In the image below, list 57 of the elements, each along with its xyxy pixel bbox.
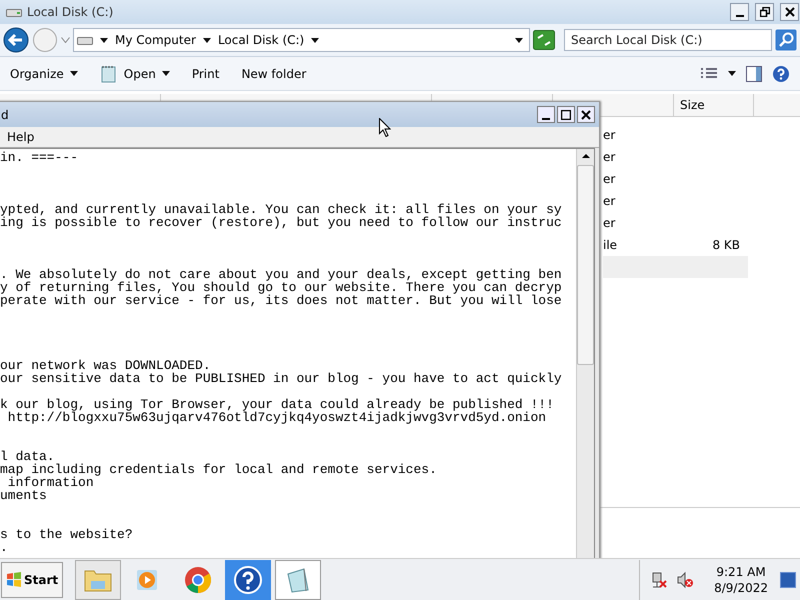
address-bar[interactable]: My Computer Local Disk (C:)	[73, 28, 530, 52]
minimize-icon	[542, 118, 550, 120]
start-button[interactable]: Start	[1, 562, 64, 598]
caret-icon[interactable]	[100, 38, 108, 42]
minimize-button[interactable]	[537, 106, 555, 123]
mouse-pointer-icon	[379, 118, 391, 137]
caret-icon[interactable]	[311, 38, 320, 42]
history-caret-icon[interactable]	[61, 37, 70, 43]
toolbar-button[interactable]: New folder	[237, 64, 310, 84]
window-title: d	[1, 108, 9, 122]
help-icon	[234, 566, 262, 594]
help-icon[interactable]	[772, 64, 790, 82]
minimize-icon	[736, 15, 744, 17]
toolbar-button[interactable]: Open	[96, 62, 174, 86]
restore-button[interactable]	[755, 3, 774, 21]
taskbar-notepad-button[interactable]	[275, 560, 322, 600]
drive-icon	[77, 35, 93, 45]
taskbar-help-button[interactable]	[225, 560, 272, 600]
speaker-muted-icon[interactable]	[676, 571, 694, 589]
flag-icon	[6, 572, 22, 588]
preview-pane-icon[interactable]	[746, 66, 762, 82]
restore-icon	[760, 7, 770, 17]
search-button[interactable]	[775, 29, 797, 51]
network-error-icon[interactable]	[650, 571, 668, 589]
browser-icon	[184, 566, 212, 594]
caret-icon[interactable]	[728, 71, 736, 76]
notepad-icon	[100, 64, 118, 82]
menu-item[interactable]: Help	[7, 130, 34, 144]
close-icon	[581, 110, 591, 120]
file-row[interactable]: er	[603, 212, 748, 234]
column-header[interactable]: Size	[674, 94, 754, 116]
search-field[interactable]: Search Local Disk (C:)	[564, 29, 772, 51]
caret-icon[interactable]	[515, 38, 523, 42]
close-icon	[784, 7, 794, 17]
scrollbar[interactable]	[576, 149, 594, 558]
close-button[interactable]	[577, 106, 595, 123]
file-row[interactable]: er	[603, 146, 748, 168]
caret-icon[interactable]	[202, 38, 211, 42]
file-row[interactable]: ile 8 KB	[603, 234, 748, 256]
file-row[interactable]: er	[603, 190, 748, 212]
views-icon[interactable]	[700, 66, 718, 80]
breadcrumb-item[interactable]: My Computer	[115, 33, 196, 47]
file-row[interactable]: er	[603, 168, 748, 190]
drive-icon	[6, 7, 22, 17]
toolbar-button[interactable]: Organize	[6, 64, 82, 84]
clock[interactable]: 9:21 AM 8/9/2022	[714, 564, 768, 596]
note-text: in. ===--- ypted, and currently unavailable. You can check it: all files on your sy ing is possible to recover (restore), but you need to follow our instruc . We absolutely do not care about you and your deals, except getting ben y of returning files, You should go to our website. There you can decryp perate with our service - for us, its does not matter. But you will lose our network was DOWNLOADED. our sensitive data to be PUBLISHED in our blog - you have to act quickly k our blog, using Tor Browser, your data could already be published !!! http://blogxxu75w63ujqarv476otld7cyjkq4yoswzt4ijadkjwvg3vrvd5yd.onion l data. map including credentials for local and remote services. information uments s to the website? .	[0, 149, 563, 557]
refresh-icon[interactable]	[533, 30, 555, 50]
maximize-button[interactable]	[557, 106, 575, 123]
toolbar-button[interactable]: Print	[188, 64, 224, 84]
close-button[interactable]	[780, 3, 799, 21]
maximize-icon	[561, 110, 571, 120]
minimize-button[interactable]	[730, 3, 749, 21]
file-row[interactable]: er	[603, 124, 748, 146]
breadcrumb-item[interactable]: Local Disk (C:)	[218, 33, 304, 47]
back-button[interactable]	[3, 27, 29, 53]
window-title: Local Disk (C:)	[27, 5, 114, 19]
